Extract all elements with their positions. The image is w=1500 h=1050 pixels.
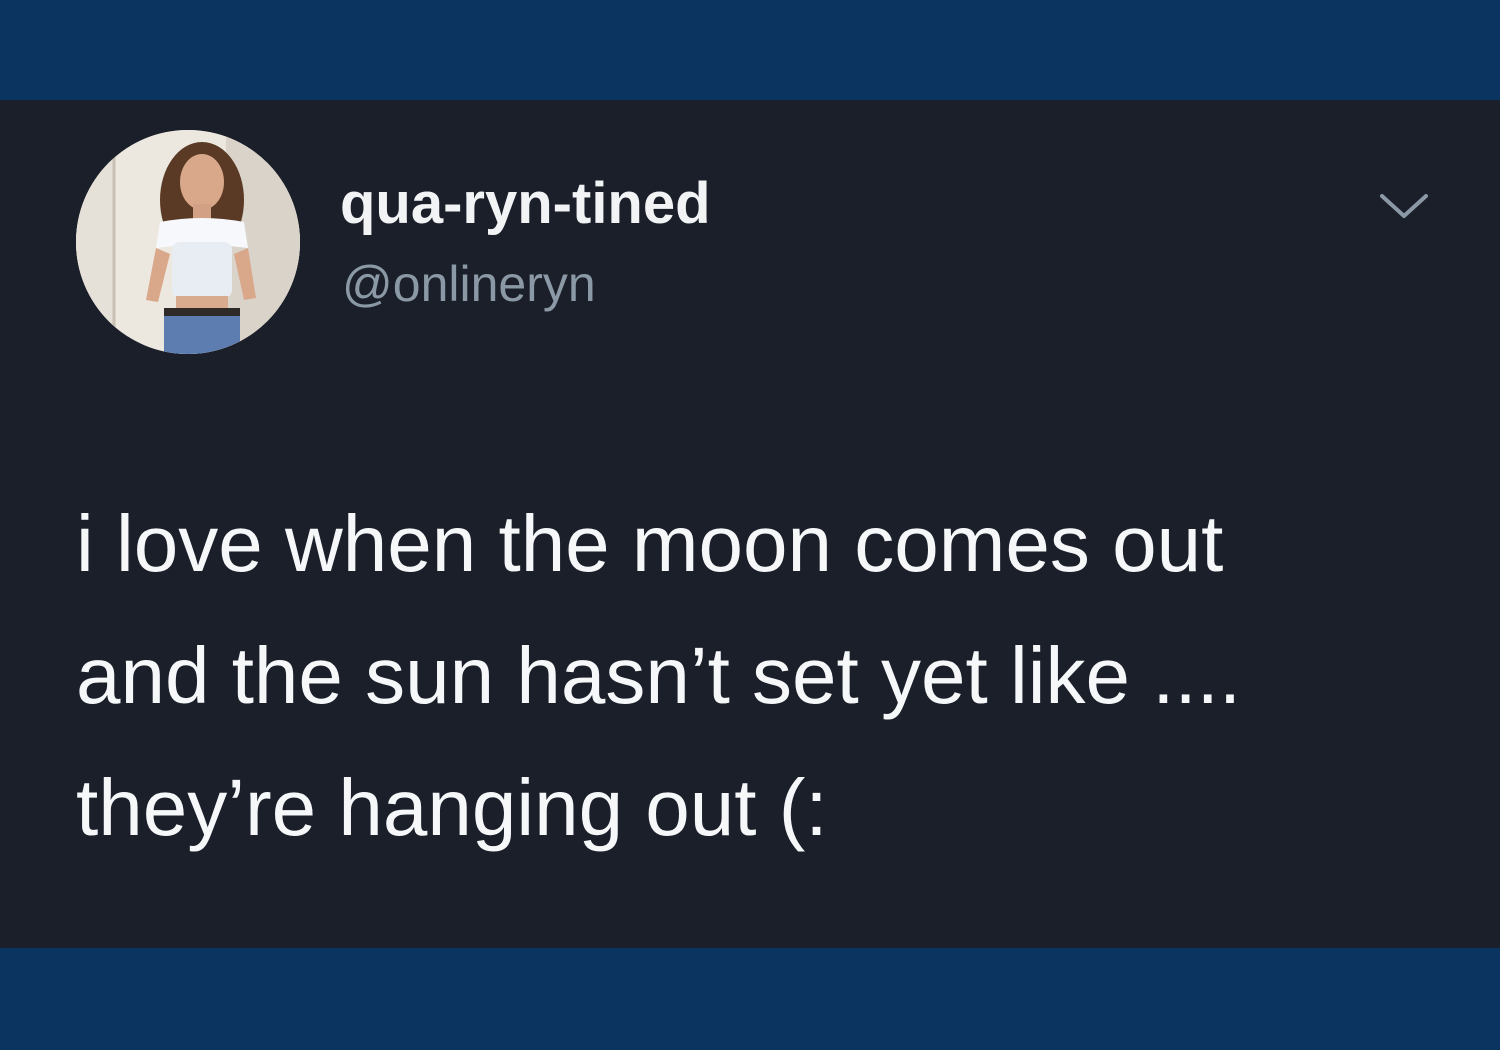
chevron-down-icon	[1380, 194, 1428, 218]
tweet-text: i love when the moon comes out and the s…	[76, 499, 1242, 852]
tweet-menu-button[interactable]	[1372, 178, 1436, 232]
profile-photo-icon	[76, 130, 300, 354]
user-handle[interactable]: @onlineryn	[342, 252, 596, 316]
display-name[interactable]: qua-ryn-tined	[340, 168, 711, 240]
avatar[interactable]	[76, 130, 300, 354]
screenshot-frame: qua-ryn-tined @onlineryn i love when the…	[0, 0, 1500, 1050]
